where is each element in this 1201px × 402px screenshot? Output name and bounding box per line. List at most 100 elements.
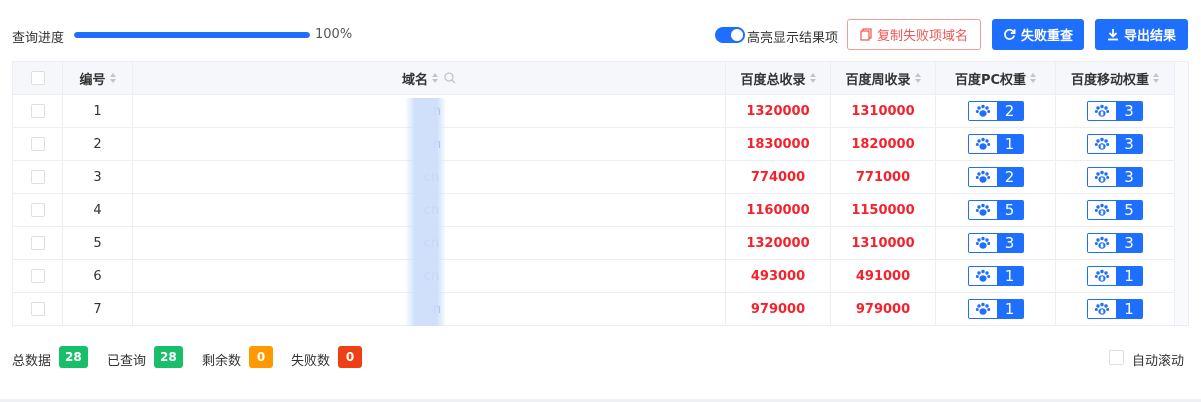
highlight-toggle[interactable] [715,27,745,43]
row-select [13,260,63,292]
header-weekly[interactable]: 百度周收录 [831,62,936,94]
row-checkbox[interactable] [30,269,45,283]
mobile-weight-cell: 3 [1056,95,1175,127]
search-icon[interactable] [444,72,456,84]
mobile-weight-badge[interactable]: 3 [1087,101,1143,121]
pc-weight-cell: 2 [936,95,1056,127]
row-index: 2 [63,128,133,160]
query-page: 查询进度 100% 高亮显示结果项 复制失败项域名 失败重查 导出结果 编号 域… [0,0,1201,402]
scrollbar[interactable] [1174,62,1188,325]
row-select [13,161,63,193]
row-index: 7 [63,293,133,325]
table-row: 2n1830000182000013 [13,128,1175,161]
header-index[interactable]: 编号 [63,62,133,94]
pc-weight-badge[interactable]: 1 [967,299,1024,319]
retry-failed-button[interactable]: 失败重查 [992,19,1084,50]
mobile-weight-value: 1 [1116,267,1142,285]
pc-weight-value: 2 [996,102,1023,120]
weekly-indexed: 771000 [831,161,936,193]
header-domain[interactable]: 域名 [133,62,726,94]
baidu-paw-icon [968,168,997,186]
retry-failed-label: 失败重查 [1020,29,1073,44]
fail-badge: 0 [338,346,362,368]
results-table: 编号 域名 百度总收录 百度周收录 百度PC权重 百度移动权重 1n132000… [12,61,1189,326]
sort-icon[interactable] [914,73,921,83]
pc-weight-value: 2 [996,168,1023,186]
sort-icon[interactable] [109,73,116,83]
mobile-weight-cell: 3 [1056,128,1175,160]
total-indexed: 979000 [726,293,831,325]
sort-icon[interactable] [809,73,816,83]
row-checkbox[interactable] [30,104,45,118]
pc-weight-badge[interactable]: 5 [967,200,1024,220]
auto-scroll-label: 自动滚动 [1132,354,1185,369]
sort-icon[interactable] [1030,73,1037,83]
baidu-paw-icon [968,102,997,120]
mobile-weight-badge[interactable]: 3 [1087,134,1143,154]
row-index: 4 [63,194,133,226]
mobile-weight-cell: 1 [1056,293,1175,325]
pc-weight-badge[interactable]: 1 [967,134,1024,154]
pc-weight-cell: 1 [936,260,1056,292]
header-pc-weight[interactable]: 百度PC权重 [936,62,1056,94]
mobile-weight-cell: 1 [1056,260,1175,292]
sort-icon[interactable] [432,73,438,83]
auto-scroll-checkbox[interactable] [1109,350,1124,365]
total-label: 总数据 [12,354,52,369]
progress-label: 查询进度 [12,31,65,46]
baidu-mobile-paw-icon [1088,102,1116,120]
copy-failed-domains-button[interactable]: 复制失败项域名 [847,19,981,50]
row-select [13,293,63,325]
mobile-weight-cell: 5 [1056,194,1175,226]
table-row: 4cn1160000115000055 [13,194,1175,227]
pc-weight-badge[interactable]: 1 [967,266,1024,286]
baidu-paw-icon [968,267,997,285]
weekly-indexed: 491000 [831,260,936,292]
sort-icon[interactable] [1153,73,1159,83]
mobile-weight-badge[interactable]: 5 [1087,200,1143,220]
export-results-button[interactable]: 导出结果 [1095,19,1188,50]
pc-weight-badge[interactable]: 2 [967,167,1024,187]
row-checkbox[interactable] [30,137,45,151]
mobile-weight-badge[interactable]: 3 [1087,167,1143,187]
total-indexed: 1320000 [726,95,831,127]
select-all-checkbox[interactable] [30,71,45,85]
mobile-weight-cell: 3 [1056,227,1175,259]
baidu-mobile-paw-icon [1088,267,1116,285]
done-label: 已查询 [107,354,147,369]
header-select [13,62,63,94]
row-checkbox[interactable] [30,236,45,250]
table-row: 3cn77400077100023 [13,161,1175,194]
row-select [13,194,63,226]
table-row: 7n97900097900011 [13,293,1175,326]
total-indexed: 774000 [726,161,831,193]
row-checkbox[interactable] [30,170,45,184]
pc-weight-badge[interactable]: 3 [967,233,1024,253]
baidu-mobile-paw-icon [1088,168,1116,186]
header-mobile-weight[interactable]: 百度移动权重 [1056,62,1175,94]
baidu-paw-icon [968,135,997,153]
row-checkbox[interactable] [30,302,45,316]
mobile-weight-value: 3 [1116,135,1142,153]
remain-badge: 0 [249,346,273,368]
baidu-mobile-paw-icon [1088,135,1116,153]
pc-weight-cell: 5 [936,194,1056,226]
pc-weight-cell: 1 [936,128,1056,160]
progress-bar [74,32,310,38]
mobile-weight-badge[interactable]: 3 [1087,233,1143,253]
row-select [13,227,63,259]
table-row: 5cn1320000131000033 [13,227,1175,260]
mobile-weight-badge[interactable]: 1 [1087,299,1143,319]
total-indexed: 1320000 [726,227,831,259]
row-checkbox[interactable] [30,203,45,217]
weekly-indexed: 1150000 [831,194,936,226]
weekly-indexed: 979000 [831,293,936,325]
mobile-weight-badge[interactable]: 1 [1087,266,1143,286]
header-total[interactable]: 百度总收录 [726,62,831,94]
row-index: 6 [63,260,133,292]
weekly-indexed: 1310000 [831,95,936,127]
baidu-mobile-paw-icon [1088,234,1116,252]
pc-weight-badge[interactable]: 2 [967,101,1024,121]
table-row: 6cn49300049100011 [13,260,1175,293]
stats-footer: 总数据 28 已查询 28 剩余数 0 失败数 0 自动滚动 [12,346,1189,370]
